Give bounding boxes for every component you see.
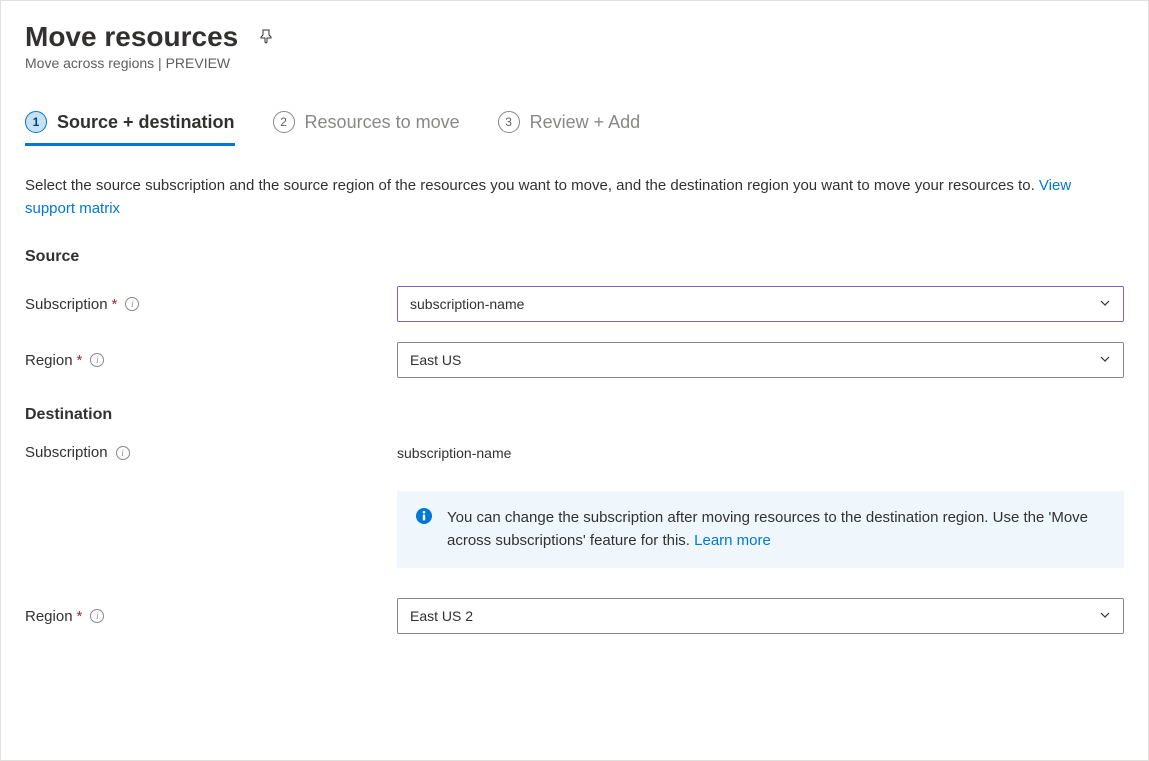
source-subscription-select[interactable]: subscription-name — [397, 286, 1124, 322]
tab-step-number: 1 — [25, 111, 47, 133]
chevron-down-icon — [1099, 297, 1111, 312]
source-region-label: Region * i — [25, 352, 397, 369]
source-subscription-label: Subscription * i — [25, 296, 397, 313]
destination-region-label: Region * i — [25, 608, 397, 625]
tab-label: Review + Add — [530, 112, 641, 133]
tab-label: Resources to move — [305, 112, 460, 133]
wizard-tabs: 1 Source + destination 2 Resources to mo… — [25, 111, 1124, 147]
select-value: East US — [410, 352, 461, 368]
destination-section-title: Destination — [25, 406, 1124, 424]
tab-resources-to-move[interactable]: 2 Resources to move — [273, 111, 460, 146]
pin-icon — [258, 28, 274, 47]
destination-region-select[interactable]: East US 2 — [397, 598, 1124, 634]
chevron-down-icon — [1099, 609, 1111, 624]
info-circle-icon — [415, 507, 433, 552]
destination-subscription-label: Subscription i — [25, 444, 397, 461]
info-icon[interactable]: i — [116, 446, 130, 460]
required-indicator: * — [77, 352, 83, 369]
info-icon[interactable]: i — [125, 297, 139, 311]
select-value: subscription-name — [410, 296, 524, 312]
tab-step-number: 3 — [498, 111, 520, 133]
tab-label: Source + destination — [57, 112, 235, 133]
learn-more-link[interactable]: Learn more — [694, 532, 771, 549]
tab-review-add[interactable]: 3 Review + Add — [498, 111, 641, 146]
pin-button[interactable] — [254, 24, 278, 51]
tab-source-destination[interactable]: 1 Source + destination — [25, 111, 235, 146]
info-banner: You can change the subscription after mo… — [397, 491, 1124, 568]
step-description: Select the source subscription and the s… — [25, 175, 1124, 220]
select-value: East US 2 — [410, 608, 473, 624]
source-region-select[interactable]: East US — [397, 342, 1124, 378]
page-title: Move resources — [25, 21, 238, 53]
source-section-title: Source — [25, 248, 1124, 266]
info-icon[interactable]: i — [90, 353, 104, 367]
destination-subscription-value: subscription-name — [397, 445, 511, 461]
required-indicator: * — [77, 608, 83, 625]
chevron-down-icon — [1099, 353, 1111, 368]
page-subtitle: Move across regions | PREVIEW — [25, 55, 1124, 71]
tab-step-number: 2 — [273, 111, 295, 133]
info-icon[interactable]: i — [90, 609, 104, 623]
required-indicator: * — [112, 296, 118, 313]
